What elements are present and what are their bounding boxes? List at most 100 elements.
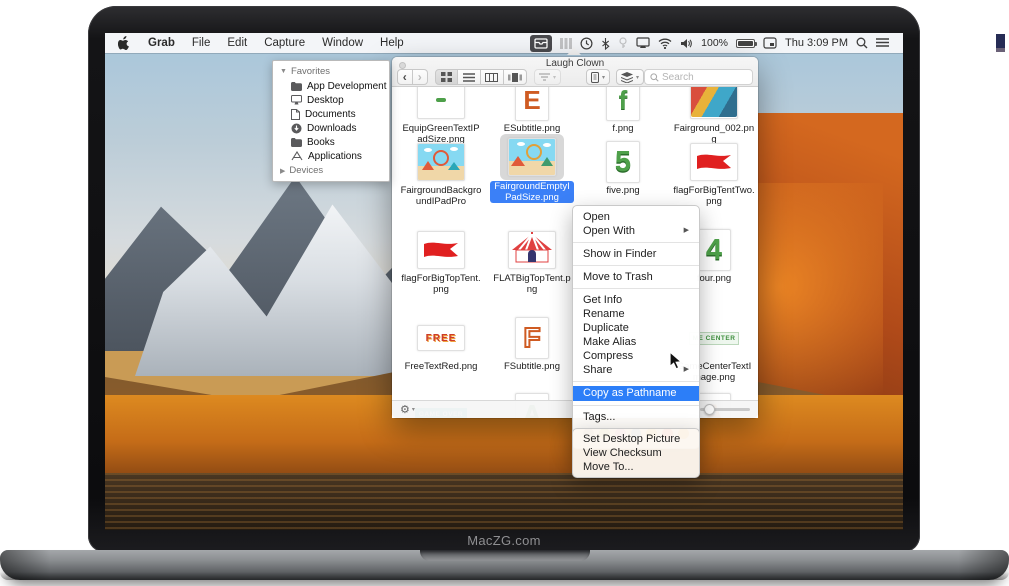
search-input[interactable] (662, 72, 747, 83)
file-item[interactable]: 5 five.png (580, 140, 666, 196)
sidebar-item-label: Documents (305, 109, 356, 120)
file-thumbnail (417, 87, 465, 119)
menu-item-make-alias[interactable]: Make Alias (573, 335, 699, 349)
chevron-down-icon: ▾ (553, 74, 556, 81)
laptop-base (0, 550, 1009, 580)
file-thumbnail (417, 231, 465, 269)
file-item[interactable]: Fairground_002.png (671, 87, 757, 145)
slider-knob[interactable] (704, 404, 715, 415)
back-button[interactable]: ‹ (397, 69, 413, 85)
icon-size-slider[interactable] (700, 408, 750, 411)
menu-item-open-with[interactable]: Open With▶ (573, 224, 699, 238)
notification-center-icon[interactable] (876, 35, 889, 51)
folder-icon (291, 138, 302, 147)
menu-capture[interactable]: Capture (264, 37, 305, 49)
sidebar-item-books[interactable]: Books (273, 135, 389, 149)
volume-icon[interactable] (680, 35, 693, 51)
forward-button[interactable]: › (413, 69, 428, 85)
menu-item-copy-as-pathname[interactable]: Copy as Pathname (573, 386, 699, 401)
file-item[interactable]: f f.png (580, 87, 666, 134)
chevron-right-icon: ▶ (280, 167, 285, 175)
gallery-view-button[interactable] (504, 69, 527, 85)
chevron-down-icon: ▼ (280, 68, 287, 75)
grab-drawer-icon[interactable] (530, 35, 552, 52)
file-thumbnail: f (606, 87, 640, 121)
applications-icon (291, 151, 303, 161)
file-item[interactable]: F FSubtitle.png (489, 316, 575, 372)
laptop-base-lip (0, 572, 1009, 580)
menu-item-set-desktop-picture[interactable]: Set Desktop Picture (573, 432, 699, 446)
sidebar-item-applications[interactable]: Applications (273, 149, 389, 163)
menu-item-view-checksum[interactable]: View Checksum (573, 446, 699, 460)
context-menu: Open Open With▶ Show in Finder Move to T… (572, 205, 700, 449)
file-item[interactable]: FLATBigTopTent.png (489, 228, 575, 295)
input-source-icon[interactable] (763, 35, 777, 51)
sidebar-item-downloads[interactable]: Downloads (273, 121, 389, 135)
battery-percent: 100% (701, 37, 728, 49)
menu-item-rename[interactable]: Rename (573, 307, 699, 321)
sidebar-section-favorites[interactable]: ▼ Favorites (273, 64, 389, 79)
display-icon[interactable] (636, 35, 650, 51)
bluetooth-icon[interactable] (601, 35, 610, 51)
time-machine-icon[interactable] (580, 35, 593, 51)
search-field[interactable] (644, 69, 753, 85)
action-gear-button[interactable]: ⚙▾ (400, 403, 415, 416)
edge-artifact (996, 34, 1005, 52)
menu-item-tags[interactable]: Tags... (573, 410, 699, 424)
menu-window[interactable]: Window (322, 37, 363, 49)
file-item[interactable]: flagForBigTopTent.png (398, 228, 484, 295)
menu-separator (573, 242, 699, 243)
menu-file[interactable]: File (192, 37, 211, 49)
menu-separator (573, 381, 699, 382)
sidebar-item-label: App Development (307, 81, 387, 92)
sidebar-item-documents[interactable]: Documents (273, 107, 389, 121)
keychain-icon[interactable] (618, 35, 628, 51)
file-thumbnail: E (515, 87, 549, 121)
wallpaper-layer (105, 473, 903, 530)
sidebar-section-devices[interactable]: ▶ Devices (273, 163, 389, 178)
menu-item-duplicate[interactable]: Duplicate (573, 321, 699, 335)
action-button[interactable]: ▾ (586, 69, 610, 85)
file-item[interactable]: FREE FreeTextRed.png (398, 316, 484, 372)
menu-edit[interactable]: Edit (227, 37, 247, 49)
search-icon (650, 73, 659, 82)
sidebar-item-desktop[interactable]: Desktop (273, 93, 389, 107)
sidebar-item-app-development[interactable]: App Development (273, 79, 389, 93)
menu-help[interactable]: Help (380, 37, 404, 49)
selection-highlight (500, 134, 564, 180)
menu-bar-status: 100% Thu 3:09 PM (530, 35, 903, 52)
popover-caret (567, 47, 581, 55)
battery-icon[interactable] (736, 35, 755, 51)
menu-item-move-to[interactable]: Move To... (573, 460, 699, 474)
window-titlebar[interactable]: Laugh Clown ‹ › (392, 57, 758, 87)
sidebar-section-label: Devices (289, 165, 323, 176)
file-name: ESubtitle.png (489, 123, 575, 134)
menu-item-get-info[interactable]: Get Info (573, 293, 699, 307)
file-item[interactable]: flagForBigTentTwo.png (671, 140, 757, 207)
file-item[interactable]: EquipGreenTextIPadSize.png (398, 87, 484, 145)
screen: Grab File Edit Capture Window Help (105, 33, 903, 530)
arrange-button[interactable]: ▾ (534, 69, 561, 85)
file-item[interactable]: E ESubtitle.png (489, 87, 575, 134)
file-item-selected[interactable]: FairgroundEmptyIPadSize.png (489, 135, 575, 205)
file-thumbnail (690, 87, 738, 119)
menu-item-open[interactable]: Open (573, 210, 699, 224)
chevron-down-icon: ▾ (412, 406, 415, 413)
file-name: flagForBigTopTent.png (398, 273, 484, 295)
icon-view-button[interactable] (435, 69, 458, 85)
column-view-button[interactable] (481, 69, 504, 85)
menu-item-show-in-finder[interactable]: Show in Finder (573, 247, 699, 261)
wifi-icon[interactable] (658, 35, 672, 51)
menu-item-move-to-trash[interactable]: Move to Trash (573, 270, 699, 284)
file-name: FLATBigTopTent.png (489, 273, 575, 295)
mouse-cursor (669, 351, 682, 370)
tags-button[interactable]: ▾ (616, 69, 644, 85)
menu-app[interactable]: Grab (148, 37, 175, 49)
file-item[interactable]: FairgroundBackgroundIPadPro (398, 140, 484, 207)
chevron-down-icon: ▾ (636, 74, 639, 81)
menu-separator (573, 265, 699, 266)
menu-bar-clock[interactable]: Thu 3:09 PM (785, 37, 848, 49)
spotlight-icon[interactable] (856, 35, 868, 51)
list-view-button[interactable] (458, 69, 481, 85)
apple-icon[interactable] (118, 36, 130, 50)
